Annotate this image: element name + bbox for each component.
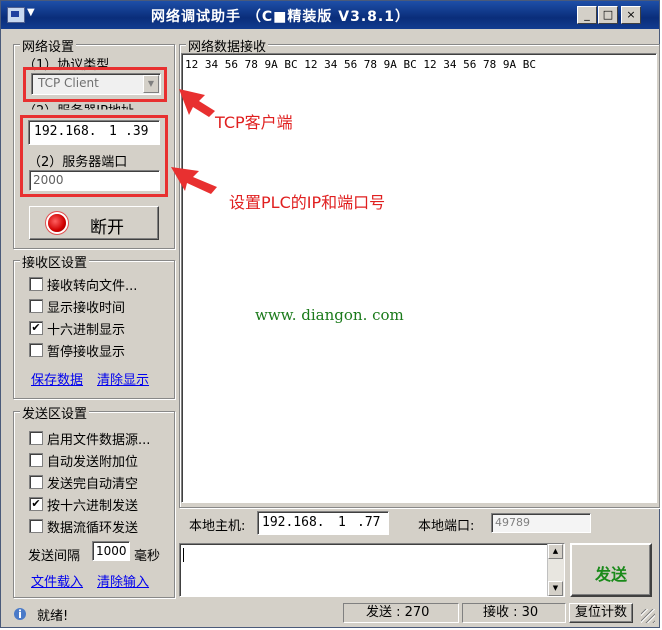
send-button[interactable]: 发送 — [570, 543, 652, 597]
maximize-button[interactable]: □ — [598, 6, 618, 24]
auto-clear-after-send-label[interactable]: 发送完自动清空 — [47, 473, 138, 492]
receive-settings-legend: 接收区设置 — [20, 252, 90, 271]
enable-file-source-checkbox[interactable] — [29, 431, 43, 445]
hex-display-label[interactable]: 十六进制显示 — [47, 319, 125, 338]
app-window: ▼ 网络调试助手 （C■精装版 V3.8.1） _ □ × 网络设置 （1）协议… — [0, 0, 660, 628]
receive-to-file-label[interactable]: 接收转向文件... — [47, 275, 137, 294]
send-settings-legend: 发送区设置 — [20, 403, 90, 422]
disconnect-button[interactable]: 断开 — [29, 206, 159, 240]
load-file-link[interactable]: 文件载入 — [31, 571, 83, 590]
send-input-scrollbar[interactable]: ▲ ▼ — [547, 544, 564, 596]
hex-send-label[interactable]: 按十六进制发送 — [47, 495, 138, 514]
auto-append-bits-checkbox[interactable] — [29, 453, 43, 467]
system-menu-arrow-icon[interactable]: ▼ — [27, 7, 35, 18]
tcp-client-annotation: TCP客户端 — [215, 113, 293, 132]
text-cursor — [183, 548, 184, 562]
close-button[interactable]: × — [621, 6, 641, 24]
arrow-to-server-icon — [171, 167, 217, 194]
send-interval-value: 1000 — [96, 544, 127, 558]
local-host-octet-3: 1 — [338, 515, 346, 530]
save-data-link[interactable]: 保存数据 — [31, 369, 83, 388]
show-receive-time-label[interactable]: 显示接收时间 — [47, 297, 125, 316]
hex-send-checkbox[interactable]: ✔ — [29, 497, 43, 511]
clear-input-link[interactable]: 清除输入 — [97, 571, 149, 590]
receive-to-file-checkbox[interactable] — [29, 277, 43, 291]
server-settings-highlight-box — [20, 115, 168, 197]
auto-append-bits-label[interactable]: 自动发送附加位 — [47, 451, 138, 470]
set-plc-annotation: 设置PLC的IP和端口号 — [229, 193, 386, 212]
local-port-value: 49789 — [495, 516, 530, 529]
status-info-icon — [11, 607, 29, 621]
resize-grip-icon[interactable] — [641, 609, 655, 623]
sent-count: 发送 : 270 — [366, 605, 430, 620]
local-host-octets-1-2: 192.168. — [262, 515, 325, 530]
scroll-up-icon[interactable]: ▲ — [548, 544, 563, 559]
show-receive-time-checkbox[interactable] — [29, 299, 43, 313]
enable-file-source-label[interactable]: 启用文件数据源... — [47, 429, 150, 448]
local-port-label: 本地端口: — [418, 519, 475, 534]
send-button-label: 发送 — [594, 565, 627, 584]
network-settings-legend: 网络设置 — [20, 36, 77, 55]
loop-send-checkbox[interactable] — [29, 519, 43, 533]
send-interval-unit: 毫秒 — [134, 549, 161, 564]
received-count: 接收 : 30 — [483, 605, 539, 620]
send-interval-input[interactable]: 1000 — [92, 541, 130, 561]
local-host-octet-4: .77 — [357, 515, 381, 530]
status-ready-text: 就绪! — [37, 609, 69, 624]
watermark-text: www. diangon. com — [255, 306, 404, 324]
local-port-field: 49789 — [491, 513, 591, 533]
scroll-down-icon[interactable]: ▼ — [548, 581, 563, 596]
pause-receive-label[interactable]: 暂停接收显示 — [47, 341, 125, 360]
send-input-area[interactable]: ▲ ▼ — [179, 543, 565, 597]
title-bar: ▼ 网络调试助手 （C■精装版 V3.8.1） _ □ × — [1, 1, 659, 29]
sent-count-panel: 发送 : 270 — [343, 603, 459, 623]
record-dot-icon — [48, 214, 66, 232]
local-host-field: 192.168. 1 .77 — [257, 511, 389, 535]
disconnect-label: 断开 — [90, 218, 124, 238]
received-data-text: 12 34 56 78 9A BC 12 34 56 78 9A BC 12 3… — [185, 58, 536, 71]
app-icon[interactable] — [7, 7, 25, 23]
minimize-button[interactable]: _ — [577, 6, 597, 24]
window-title: 网络调试助手 （C■精装版 V3.8.1） — [151, 9, 410, 25]
pause-receive-checkbox[interactable] — [29, 343, 43, 357]
protocol-highlight-box — [23, 67, 167, 102]
received-count-panel: 接收 : 30 — [462, 603, 566, 623]
reset-count-button[interactable]: 复位计数 — [569, 603, 633, 623]
local-host-label: 本地主机: — [189, 519, 246, 534]
arrow-to-protocol-icon — [179, 89, 215, 117]
auto-clear-after-send-checkbox[interactable] — [29, 475, 43, 489]
send-interval-label: 发送间隔 — [28, 549, 81, 564]
clear-display-link[interactable]: 清除显示 — [97, 369, 149, 388]
hex-display-checkbox[interactable]: ✔ — [29, 321, 43, 335]
loop-send-label[interactable]: 数据流循环发送 — [47, 517, 138, 536]
